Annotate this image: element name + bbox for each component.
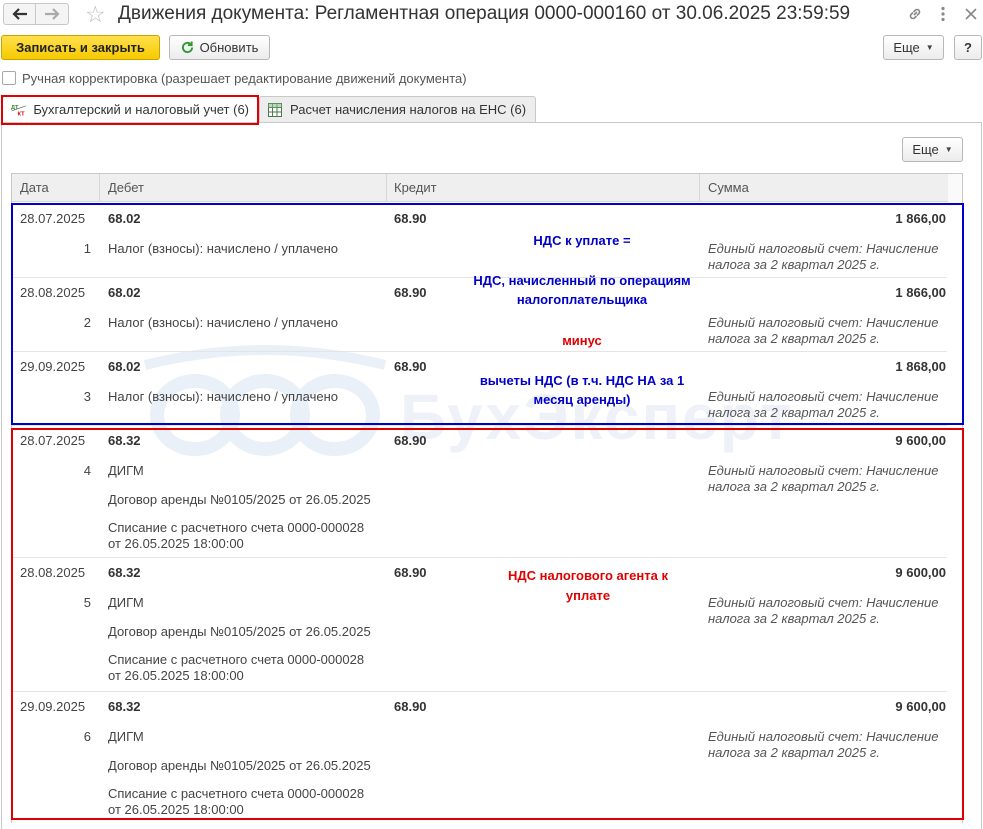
row-debit-subconto-2: Договор аренды №0105/2025 от 26.05.2025 <box>108 624 371 639</box>
dropdown-caret-icon: ▼ <box>944 145 953 154</box>
panel-more-label: Еще <box>912 142 939 157</box>
annotation-blue-3: налогоплательщика <box>516 292 648 307</box>
forward-button[interactable] <box>36 3 69 25</box>
row-sum: 9 600,00 <box>895 699 946 714</box>
row-content: Единый налоговый счет: Начисление налога… <box>708 463 939 494</box>
help-button[interactable]: ? <box>954 35 982 60</box>
row-debit-account: 68.02 <box>108 359 141 374</box>
row-sum: 9 600,00 <box>895 433 946 448</box>
row-credit-account: 68.90 <box>394 565 427 580</box>
row-debit-subconto-3: Списание с расчетного счета 0000-000028 <box>108 520 365 535</box>
window-title: Движения документа: Регламентная операци… <box>118 3 851 24</box>
back-button[interactable] <box>3 3 36 25</box>
annotation-red-2: уплате <box>565 588 611 603</box>
arrow-right-icon <box>45 8 60 20</box>
row-content: Единый налоговый счет: Начисление налога… <box>708 389 939 420</box>
row-date: 28.08.2025 <box>20 285 86 300</box>
row-debit-subconto-1: ДИГМ <box>108 595 144 610</box>
row-sum: 9 600,00 <box>895 565 946 580</box>
row-debit-subconto-3: Списание с расчетного счета 0000-000028 <box>108 652 365 667</box>
row-sum: 1 868,00 <box>895 359 946 374</box>
row-debit-subconto-3b: от 26.05.2025 18:00:00 <box>108 802 244 817</box>
more-vertical-icon[interactable] <box>933 4 953 24</box>
row-debit-subconto-3b: от 26.05.2025 18:00:00 <box>108 668 244 683</box>
row-date: 28.08.2025 <box>20 565 86 580</box>
row-debit-subconto-2: Договор аренды №0105/2025 от 26.05.2025 <box>108 492 371 507</box>
row-date: 29.09.2025 <box>20 359 86 374</box>
row-number: 1 <box>83 241 91 256</box>
row-number: 2 <box>83 315 91 330</box>
column-header-sum[interactable]: Сумма <box>708 180 749 195</box>
annotation-blue-4: вычеты НДС (в т.ч. НДС НА за 1 <box>479 373 685 388</box>
row-credit-account: 68.90 <box>394 359 427 374</box>
annotation-blue-1: НДС к уплате = <box>533 233 631 248</box>
annotation-blue-2: НДС, начисленный по операциям <box>473 273 691 288</box>
column-header-credit[interactable]: Кредит <box>394 180 437 195</box>
refresh-label: Обновить <box>199 40 259 55</box>
row-content: Единый налоговый счет: Начисление налога… <box>708 595 939 626</box>
row-date: 29.09.2025 <box>20 699 86 714</box>
row-debit-subconto-3: Списание с расчетного счета 0000-000028 <box>108 786 365 801</box>
row-debit-account: 68.32 <box>108 699 141 714</box>
row-number: 5 <box>83 595 91 610</box>
arrow-left-icon <box>11 8 27 20</box>
title-bar: ☆ Движения документа: Регламентная опера… <box>0 0 983 30</box>
row-credit-account: 68.90 <box>394 433 427 448</box>
dt-kt-icon: ДТ КТ <box>11 105 26 117</box>
tab-ens-calculation[interactable]: Расчет начисления налогов на ЕНС (6) <box>259 96 536 122</box>
table-icon <box>268 102 282 117</box>
row-debit-account: 68.02 <box>108 285 141 300</box>
row-credit-account: 68.90 <box>394 211 427 226</box>
row-debit-account: 68.32 <box>108 565 141 580</box>
row-credit-account: 68.90 <box>394 285 427 300</box>
refresh-button[interactable]: Обновить <box>169 35 270 60</box>
link-icon[interactable] <box>905 4 925 24</box>
manual-correction-row: Ручная корректировка (разрешает редактир… <box>2 70 467 86</box>
column-header-debit[interactable]: Дебет <box>108 180 144 195</box>
tab-ens-label: Расчет начисления налогов на ЕНС (6) <box>290 102 527 117</box>
column-header-date[interactable]: Дата <box>20 180 49 195</box>
row-debit-subconto-3b: от 26.05.2025 18:00:00 <box>108 536 244 551</box>
row-content: Единый налоговый счет: Начисление налога… <box>708 729 939 760</box>
refresh-icon <box>181 41 193 54</box>
row-debit-subconto-2: Договор аренды №0105/2025 от 26.05.2025 <box>108 758 371 773</box>
row-debit-account: 68.02 <box>108 211 141 226</box>
annotation-red-1: НДС налогового агента к <box>508 568 668 583</box>
row-sum: 1 866,00 <box>895 211 946 226</box>
svg-text:КТ: КТ <box>18 111 26 117</box>
annotation-blue-5: месяц аренды) <box>533 392 631 407</box>
svg-text:ДТ: ДТ <box>11 105 19 111</box>
close-icon[interactable] <box>961 4 981 24</box>
row-content: Единый налоговый счет: Начисление налога… <box>708 315 939 346</box>
tab-accounting-label: Бухгалтерский и налоговый учет (6) <box>33 102 249 117</box>
row-debit-subconto-1: ДИГМ <box>108 729 144 744</box>
row-debit-subconto: Налог (взносы): начислено / уплачено <box>108 241 338 256</box>
row-number: 4 <box>83 463 91 478</box>
row-date: 28.07.2025 <box>20 433 86 448</box>
row-debit-subconto-1: ДИГМ <box>108 463 144 478</box>
more-label: Еще <box>893 40 920 55</box>
table-header: Дата Дебет Кредит Сумма <box>12 174 962 202</box>
manual-correction-label: Ручная корректировка (разрешает редактир… <box>22 70 467 86</box>
row-debit-subconto: Налог (взносы): начислено / уплачено <box>108 389 338 404</box>
row-credit-account: 68.90 <box>394 699 427 714</box>
dropdown-caret-icon: ▼ <box>925 43 934 52</box>
row-content: Единый налоговый счет: Начисление налога… <box>708 241 939 272</box>
row-sum: 1 866,00 <box>895 285 946 300</box>
row-debit-subconto: Налог (взносы): начислено / уплачено <box>108 315 338 330</box>
annotation-minus: минус <box>562 333 602 348</box>
row-number: 6 <box>83 729 91 744</box>
row-number: 3 <box>83 389 91 404</box>
more-button[interactable]: Еще ▼ <box>883 35 944 60</box>
manual-correction-checkbox[interactable] <box>2 71 16 85</box>
favorite-star-icon[interactable]: ☆ <box>85 1 106 27</box>
save-and-close-button[interactable]: Записать и закрыть <box>1 35 160 60</box>
tab-accounting[interactable]: ДТ КТ Бухгалтерский и налоговый учет (6) <box>2 96 258 122</box>
panel-more-button[interactable]: Еще ▼ <box>902 137 963 162</box>
row-date: 28.07.2025 <box>20 211 86 226</box>
row-debit-account: 68.32 <box>108 433 141 448</box>
